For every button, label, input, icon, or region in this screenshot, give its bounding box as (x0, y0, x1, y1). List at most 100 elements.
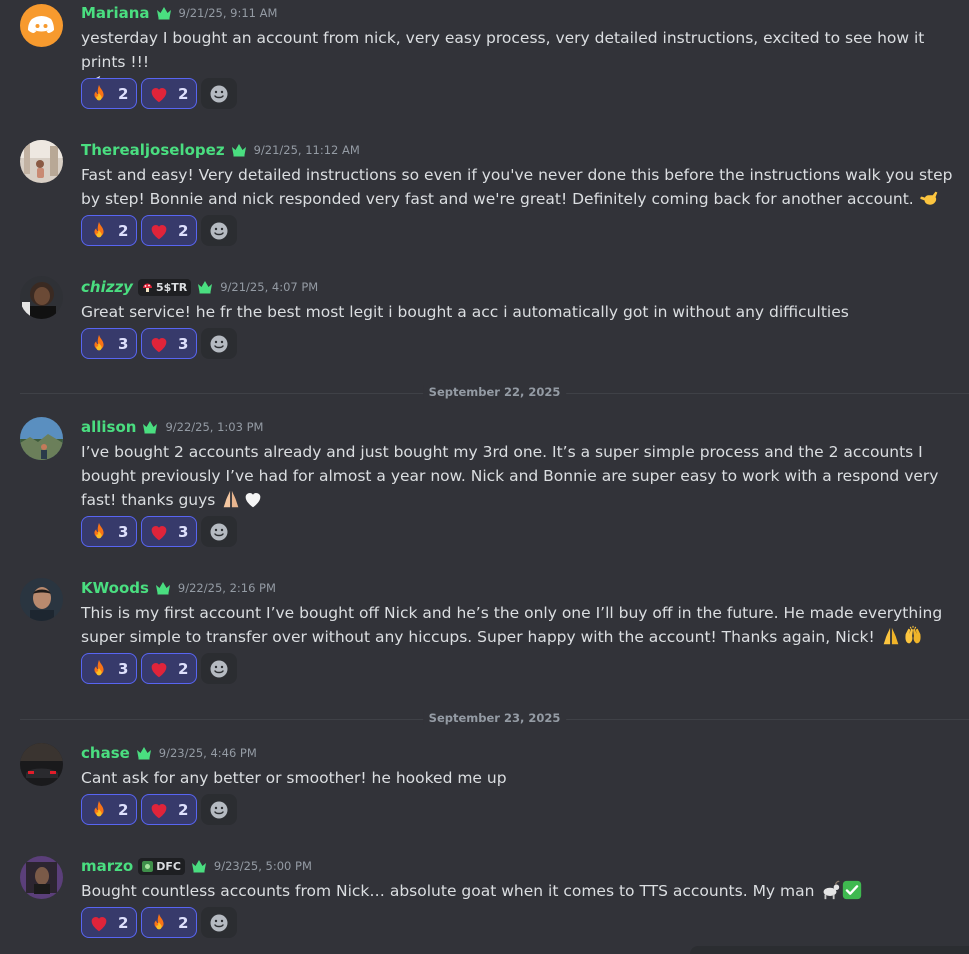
username[interactable]: KWoods (81, 579, 149, 597)
reaction-fire[interactable]: 3 (81, 653, 137, 684)
add-reaction-smile-icon (209, 800, 229, 820)
fire-emoji-icon (88, 220, 110, 242)
username[interactable]: allison (81, 418, 136, 436)
timestamp[interactable]: 9/23/25, 5:00 PM (214, 859, 312, 873)
date-divider: September 23, 2025 (20, 711, 969, 725)
folded-hands-emoji (223, 490, 239, 508)
message-text: yesterday I bought an account from nick,… (81, 29, 925, 71)
username[interactable]: chase (81, 744, 130, 762)
reaction-fire[interactable]: 2 (81, 794, 137, 825)
username[interactable]: Mariana (81, 4, 150, 22)
crown-icon (142, 420, 158, 434)
add-reaction-button[interactable] (201, 794, 237, 825)
reaction-count: 3 (118, 522, 129, 541)
add-reaction-smile-icon (209, 221, 229, 241)
timestamp[interactable]: 9/21/25, 11:12 AM (254, 143, 360, 157)
reaction-heart[interactable]: 3 (141, 516, 197, 547)
reaction-fire[interactable]: 3 (81, 516, 137, 547)
avatar[interactable] (20, 856, 63, 899)
reactions-row: 2 2 (81, 907, 237, 938)
add-reaction-button[interactable] (201, 215, 237, 246)
message-content: I’ve bought 2 accounts already and just … (81, 440, 961, 512)
message-text: Bought countless accounts from Nick… abs… (81, 882, 815, 900)
money-icon (142, 860, 154, 872)
reaction-count: 3 (118, 659, 129, 678)
timestamp[interactable]: 9/21/25, 4:07 PM (220, 280, 318, 294)
fire-emoji-icon (88, 521, 110, 543)
white-heart-emoji (245, 493, 261, 508)
timestamp[interactable]: 9/22/25, 2:16 PM (178, 581, 276, 595)
add-reaction-button[interactable] (201, 907, 237, 938)
message-header: marzo DFC 9/23/25, 5:00 PM (81, 855, 312, 877)
avatar[interactable] (20, 743, 63, 786)
message-content: Great service! he fr the best most legit… (81, 300, 961, 324)
avatar[interactable] (20, 578, 63, 621)
reaction-heart[interactable]: 2 (141, 78, 197, 109)
reaction-fire[interactable]: 2 (81, 215, 137, 246)
fire-emoji-icon (88, 658, 110, 680)
message-content: This is my first account I’ve bought off… (81, 601, 961, 649)
reaction-count: 2 (118, 913, 129, 932)
avatar[interactable] (20, 276, 63, 319)
reaction-heart[interactable]: 3 (141, 328, 197, 359)
username[interactable]: chizzy (81, 278, 133, 296)
crown-icon (156, 6, 172, 20)
message-text: Fast and easy! Very detailed instruction… (81, 166, 953, 208)
message-text: Cant ask for any better or smoother! he … (81, 769, 507, 787)
crown-icon (136, 746, 152, 760)
message-header: Mariana 9/21/25, 9:11 AM (81, 2, 277, 24)
add-reaction-button[interactable] (201, 328, 237, 359)
message-text: I’ve bought 2 accounts already and just … (81, 443, 939, 509)
reactions-row: 2 2 (81, 794, 237, 825)
message-text: Great service! he fr the best most legit… (81, 303, 849, 321)
avatar-photo-icon (20, 417, 63, 460)
avatar[interactable] (20, 4, 63, 47)
add-reaction-button[interactable] (201, 516, 237, 547)
goat-emoji (823, 880, 841, 900)
avatar[interactable] (20, 140, 63, 183)
timestamp[interactable]: 9/21/25, 9:11 AM (179, 6, 278, 20)
add-reaction-smile-icon (209, 84, 229, 104)
reaction-count: 2 (118, 84, 129, 103)
heart-emoji-icon (148, 333, 170, 355)
reaction-count: 3 (178, 522, 189, 541)
raising-hands-emoji (905, 625, 921, 644)
reaction-count: 2 (178, 913, 189, 932)
add-reaction-button[interactable] (201, 78, 237, 109)
message-text: This is my first account I’ve bought off… (81, 604, 943, 646)
reaction-heart[interactable]: 2 (141, 794, 197, 825)
message-input-edge (690, 946, 969, 954)
reaction-count: 2 (178, 659, 189, 678)
server-tag[interactable]: DFC (138, 857, 185, 875)
discord-logo-icon (28, 16, 54, 33)
avatar-photo-icon (20, 276, 63, 319)
reaction-heart[interactable]: 2 (141, 215, 197, 246)
heart-emoji-icon (148, 220, 170, 242)
server-tag[interactable]: 5$TR (137, 278, 192, 296)
server-tag-label: 5$TR (155, 280, 188, 294)
avatar-photo-icon (20, 578, 63, 621)
message-content: Bought countless accounts from Nick… abs… (81, 879, 961, 903)
reactions-row: 2 2 (81, 215, 237, 246)
reaction-count: 2 (178, 221, 189, 240)
reaction-heart[interactable]: 2 (81, 907, 137, 938)
reaction-heart[interactable]: 2 (141, 653, 197, 684)
reactions-row: 2 2 (81, 78, 237, 109)
mushroom-icon (142, 283, 152, 292)
avatar[interactable] (20, 417, 63, 460)
reaction-fire[interactable]: 3 (81, 328, 137, 359)
reaction-count: 3 (118, 334, 129, 353)
chat-message-list: Mariana 9/21/25, 9:11 AM yesterday I bou… (0, 0, 969, 954)
reaction-fire[interactable]: 2 (81, 78, 137, 109)
reactions-row: 3 3 (81, 328, 237, 359)
message-header: KWoods 9/22/25, 2:16 PM (81, 577, 276, 599)
timestamp[interactable]: 9/23/25, 4:46 PM (159, 746, 257, 760)
timestamp[interactable]: 9/22/25, 1:03 PM (165, 420, 263, 434)
reaction-fire[interactable]: 2 (141, 907, 197, 938)
username[interactable]: marzo (81, 857, 133, 875)
date-divider-label: September 23, 2025 (422, 711, 567, 725)
folded-hands-emoji (883, 627, 898, 645)
crown-icon (231, 143, 247, 157)
username[interactable]: Therealjoselopez (81, 141, 225, 159)
add-reaction-button[interactable] (201, 653, 237, 684)
